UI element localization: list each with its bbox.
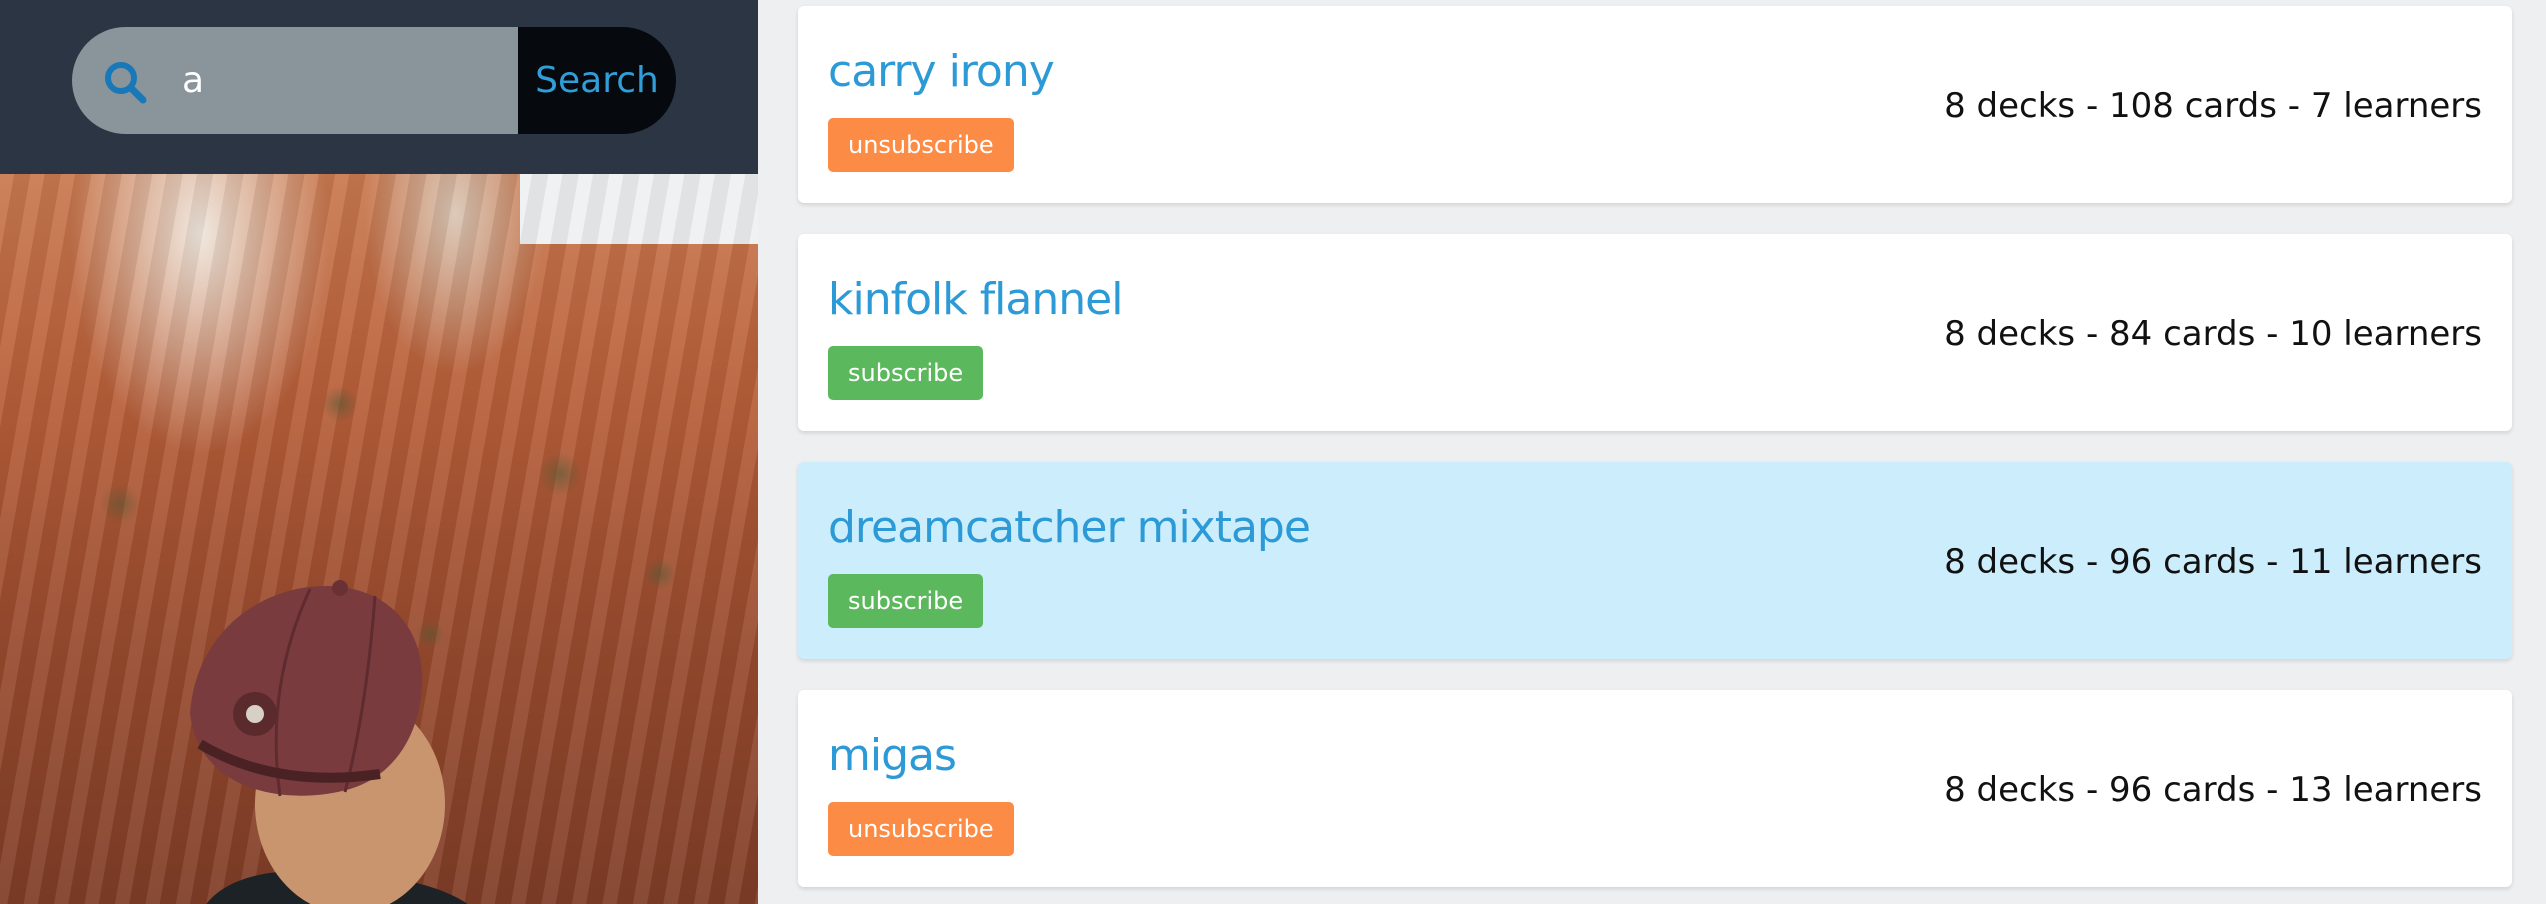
unsubscribe-button[interactable]: unsubscribe — [828, 802, 1014, 856]
search-input[interactable] — [182, 27, 502, 134]
search-form: Search — [72, 27, 676, 134]
deck-title[interactable]: migas — [828, 730, 957, 781]
deck-card[interactable]: migas unsubscribe 8 decks - 96 cards - 1… — [798, 690, 2512, 887]
deck-title[interactable]: dreamcatcher mixtape — [828, 502, 1311, 553]
subscribe-button[interactable]: subscribe — [828, 346, 984, 400]
deck-title[interactable]: carry irony — [828, 46, 1055, 97]
search-field[interactable] — [72, 27, 518, 134]
subscribe-button[interactable]: subscribe — [828, 574, 984, 628]
deck-card[interactable]: carry irony unsubscribe 8 decks - 108 ca… — [798, 6, 2512, 203]
deck-card-highlighted[interactable]: dreamcatcher mixtape subscribe 8 decks -… — [798, 462, 2512, 659]
search-bar: Search — [0, 0, 758, 174]
deck-title[interactable]: kinfolk flannel — [828, 274, 1123, 325]
person-with-cap — [190, 580, 468, 904]
search-button[interactable]: Search — [518, 27, 676, 134]
sidebar: Search — [0, 0, 758, 904]
search-icon — [105, 62, 147, 104]
deck-stats: 8 decks - 96 cards - 13 learners — [1944, 770, 2482, 810]
deck-stats: 8 decks - 96 cards - 11 learners — [1944, 542, 2482, 582]
deck-stats: 8 decks - 108 cards - 7 learners — [1944, 86, 2482, 126]
deck-card[interactable]: kinfolk flannel subscribe 8 decks - 84 c… — [798, 234, 2512, 431]
unsubscribe-button[interactable]: unsubscribe — [828, 118, 1014, 172]
deck-stats: 8 decks - 84 cards - 10 learners — [1944, 314, 2482, 354]
hero-image — [0, 174, 758, 904]
